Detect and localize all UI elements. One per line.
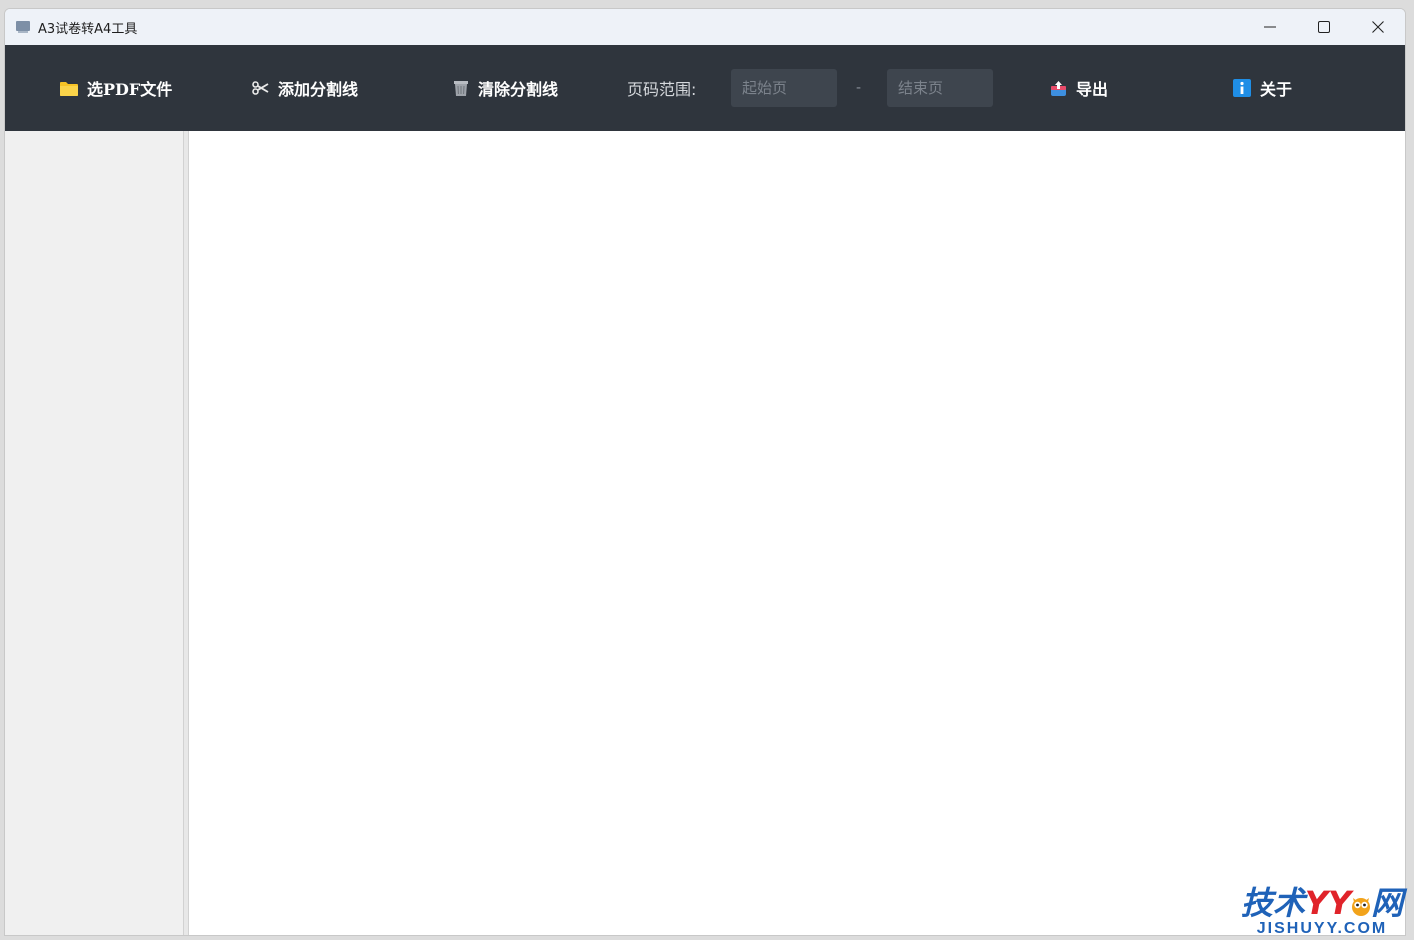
clear-split-lines-label: 清除分割线 — [478, 80, 559, 99]
owl-icon — [1352, 898, 1371, 916]
close-icon — [1372, 21, 1384, 33]
page-thumbnail-sidebar[interactable] — [5, 131, 183, 935]
app-icon — [16, 21, 30, 33]
add-split-line-button[interactable]: 添加分割线 — [252, 45, 358, 131]
folder-icon — [60, 81, 78, 96]
clear-split-lines-button[interactable]: 清除分割线 — [453, 45, 558, 131]
watermark-logo: 技术YY 网 — [1240, 884, 1404, 922]
scissors-icon — [252, 81, 269, 95]
export-button[interactable]: 导出 — [1050, 45, 1108, 131]
minimize-button[interactable] — [1243, 9, 1297, 45]
open-pdf-label: 选PDF文件 — [87, 80, 173, 99]
range-separator: - — [856, 80, 862, 96]
trash-icon — [453, 80, 469, 97]
pdf-preview-area[interactable] — [189, 131, 1405, 935]
end-page-input[interactable] — [887, 69, 993, 107]
about-label: 关于 — [1260, 80, 1293, 99]
add-split-line-label: 添加分割线 — [278, 80, 359, 99]
watermark-url: JISHUYY.COM — [1256, 920, 1388, 937]
about-button[interactable]: 关于 — [1233, 45, 1292, 131]
title-bar[interactable]: A3试卷转A4工具 — [5, 9, 1405, 45]
maximize-icon — [1318, 21, 1330, 33]
main-content — [5, 131, 1405, 935]
close-button[interactable] — [1351, 9, 1405, 45]
minimize-icon — [1264, 26, 1276, 28]
export-label: 导出 — [1076, 80, 1109, 99]
start-page-input[interactable] — [731, 69, 837, 107]
page-range-label: 页码范围: — [627, 80, 697, 99]
window-title: A3试卷转A4工具 — [38, 21, 138, 37]
site-watermark: 技术YY 网 JISHUYY.COM — [1232, 886, 1412, 938]
app-window: A3试卷转A4工具 选PDF文件 添加分割线 清除分割线 页码范围: 起始页 -… — [4, 8, 1406, 936]
window-controls — [1243, 9, 1405, 45]
info-icon — [1233, 79, 1251, 97]
export-box-icon — [1050, 80, 1067, 97]
maximize-button[interactable] — [1297, 9, 1351, 45]
toolbar: 选PDF文件 添加分割线 清除分割线 页码范围: 起始页 - 结束页 导出 关于 — [5, 45, 1405, 131]
open-pdf-button[interactable]: 选PDF文件 — [60, 45, 172, 131]
